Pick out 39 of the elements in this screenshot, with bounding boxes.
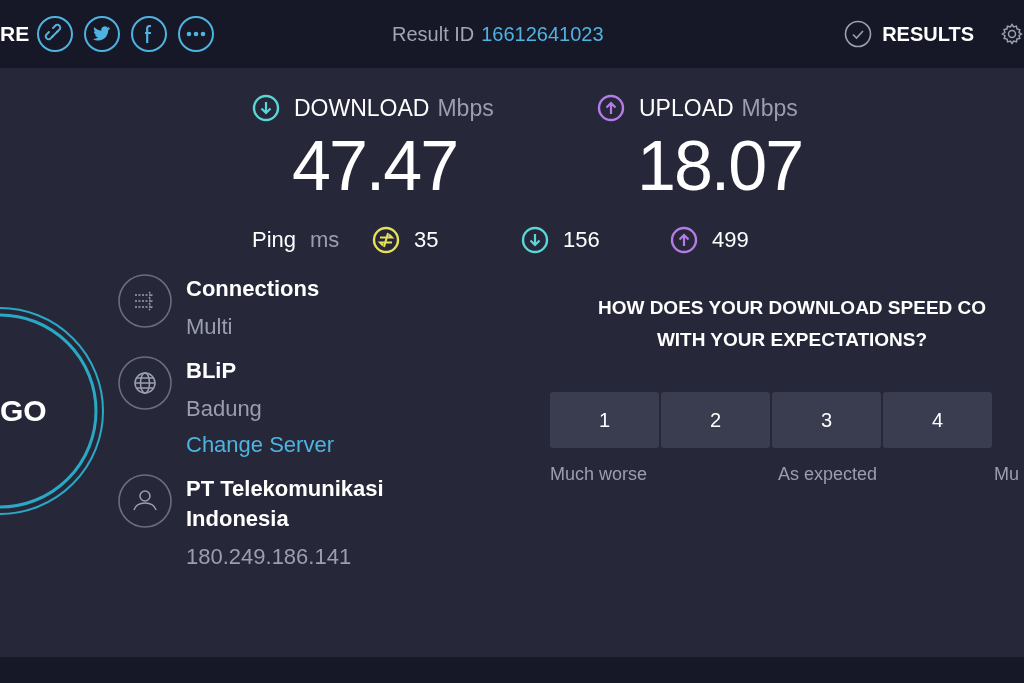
info-title: PT Telekomunikasi Indonesia <box>186 475 385 533</box>
result-id-label: Result ID <box>392 22 475 46</box>
rating-option[interactable]: 3 <box>772 392 881 448</box>
rating-option[interactable]: 1 <box>550 392 659 448</box>
globe-icon <box>118 356 172 410</box>
results-button[interactable]: RESULTS <box>844 20 974 48</box>
rating-question: HOW DOES YOUR DOWNLOAD SPEED CO WITH YOUR EXPECTATIONS? <box>596 296 988 352</box>
ping-value: 499 <box>712 227 749 253</box>
speed-label: UPLOAD <box>639 94 734 122</box>
arrows-icon <box>118 274 172 328</box>
bird-icon[interactable] <box>83 15 122 53</box>
speed-label: DOWNLOAD <box>294 94 430 122</box>
info-title: Connections <box>186 275 321 303</box>
check-icon <box>844 20 873 48</box>
info-title: BLiP <box>186 357 238 385</box>
rating-option[interactable]: 2 <box>661 392 770 448</box>
more-icon[interactable] <box>177 15 216 53</box>
facebook-icon[interactable] <box>130 15 169 53</box>
ping-value: 35 <box>414 227 439 253</box>
speed-unit: Mbps <box>741 94 798 122</box>
link-icon[interactable] <box>36 15 75 53</box>
settings-icon[interactable] <box>1000 22 1024 46</box>
speed-value: 18.07 <box>637 126 804 206</box>
info-detail: Multi <box>186 314 234 340</box>
scale-label: Much worse <box>550 464 649 485</box>
scale-label: As expected <box>777 464 878 485</box>
person-icon <box>118 474 172 528</box>
speed-unit: Mbps <box>437 94 494 122</box>
ping-label: Ping <box>252 227 297 253</box>
ping-unit: ms <box>310 227 341 253</box>
info-detail: 180.249.186.141 <box>186 544 353 570</box>
share-label: RE <box>0 22 30 46</box>
result-id-link[interactable]: 16612641023 <box>481 22 604 46</box>
change-server-link[interactable]: Change Server <box>186 432 436 458</box>
ping-value: 156 <box>563 227 600 253</box>
go-button[interactable]: GO <box>0 305 106 517</box>
speed-value: 47.47 <box>292 126 459 206</box>
rating-option[interactable]: 4 <box>883 392 992 448</box>
info-detail: Badung <box>186 396 263 422</box>
